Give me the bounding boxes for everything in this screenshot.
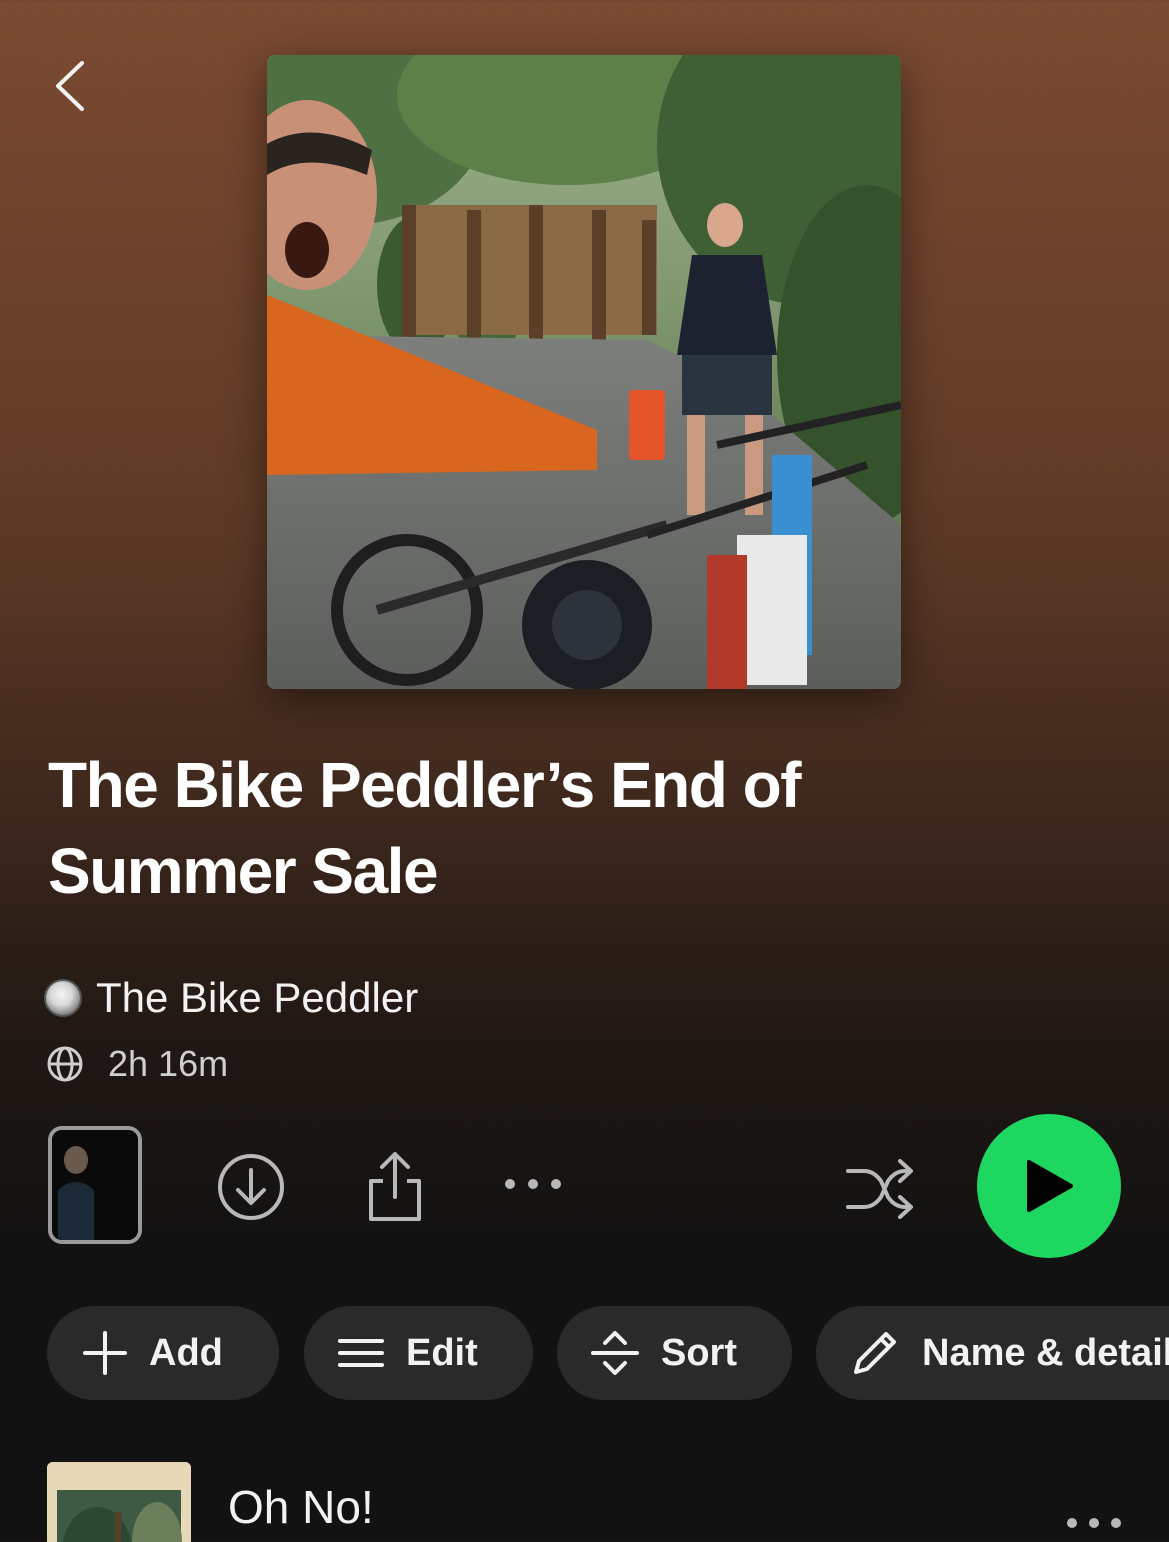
action-chips: Add Edit Sort Name & details — [0, 1306, 1169, 1402]
shuffle-button[interactable] — [840, 1154, 922, 1224]
track-row[interactable]: Oh No! — [0, 1460, 1169, 1542]
name-details-label: Name & details — [922, 1331, 1169, 1374]
playlist-cover-image — [267, 55, 901, 689]
download-button[interactable] — [214, 1150, 288, 1224]
more-options-button[interactable] — [498, 1164, 568, 1204]
back-button[interactable] — [46, 56, 92, 116]
track-album-art — [47, 1462, 191, 1542]
playlist-owner[interactable]: The Bike Peddler — [44, 972, 418, 1024]
sort-icon — [591, 1331, 639, 1375]
sort-label: Sort — [661, 1331, 737, 1374]
list-icon — [338, 1339, 384, 1367]
owner-avatar[interactable] — [44, 979, 82, 1017]
shuffle-icon — [846, 1159, 913, 1219]
share-button[interactable] — [360, 1146, 430, 1226]
download-icon — [218, 1154, 284, 1220]
more-icon — [1067, 1518, 1121, 1528]
sort-button[interactable]: Sort — [557, 1306, 792, 1400]
plus-icon — [83, 1331, 127, 1375]
track-title: Oh No! — [228, 1481, 374, 1533]
pencil-icon — [854, 1332, 896, 1374]
track-more-button[interactable] — [1064, 1516, 1134, 1542]
preview-thumbnail-button[interactable] — [48, 1126, 142, 1244]
share-icon — [369, 1152, 421, 1221]
playlist-duration: 2h 16m — [108, 1043, 229, 1084]
playlist-title: The Bike Peddler’s End of Summer Sale — [48, 749, 802, 907]
name-details-button[interactable]: Name & details — [816, 1306, 1169, 1400]
playlist-controls — [0, 1110, 1169, 1270]
edit-button[interactable]: Edit — [304, 1306, 533, 1400]
playlist-meta: 2h 16m — [46, 1040, 228, 1088]
play-button[interactable] — [977, 1114, 1121, 1258]
add-button[interactable]: Add — [47, 1306, 279, 1400]
chevron-left-icon — [56, 61, 84, 111]
edit-label: Edit — [406, 1331, 478, 1374]
owner-name[interactable]: The Bike Peddler — [96, 974, 418, 1022]
globe-icon — [47, 1046, 83, 1082]
add-label: Add — [149, 1331, 223, 1374]
play-icon — [1027, 1160, 1073, 1212]
more-icon — [505, 1179, 561, 1189]
